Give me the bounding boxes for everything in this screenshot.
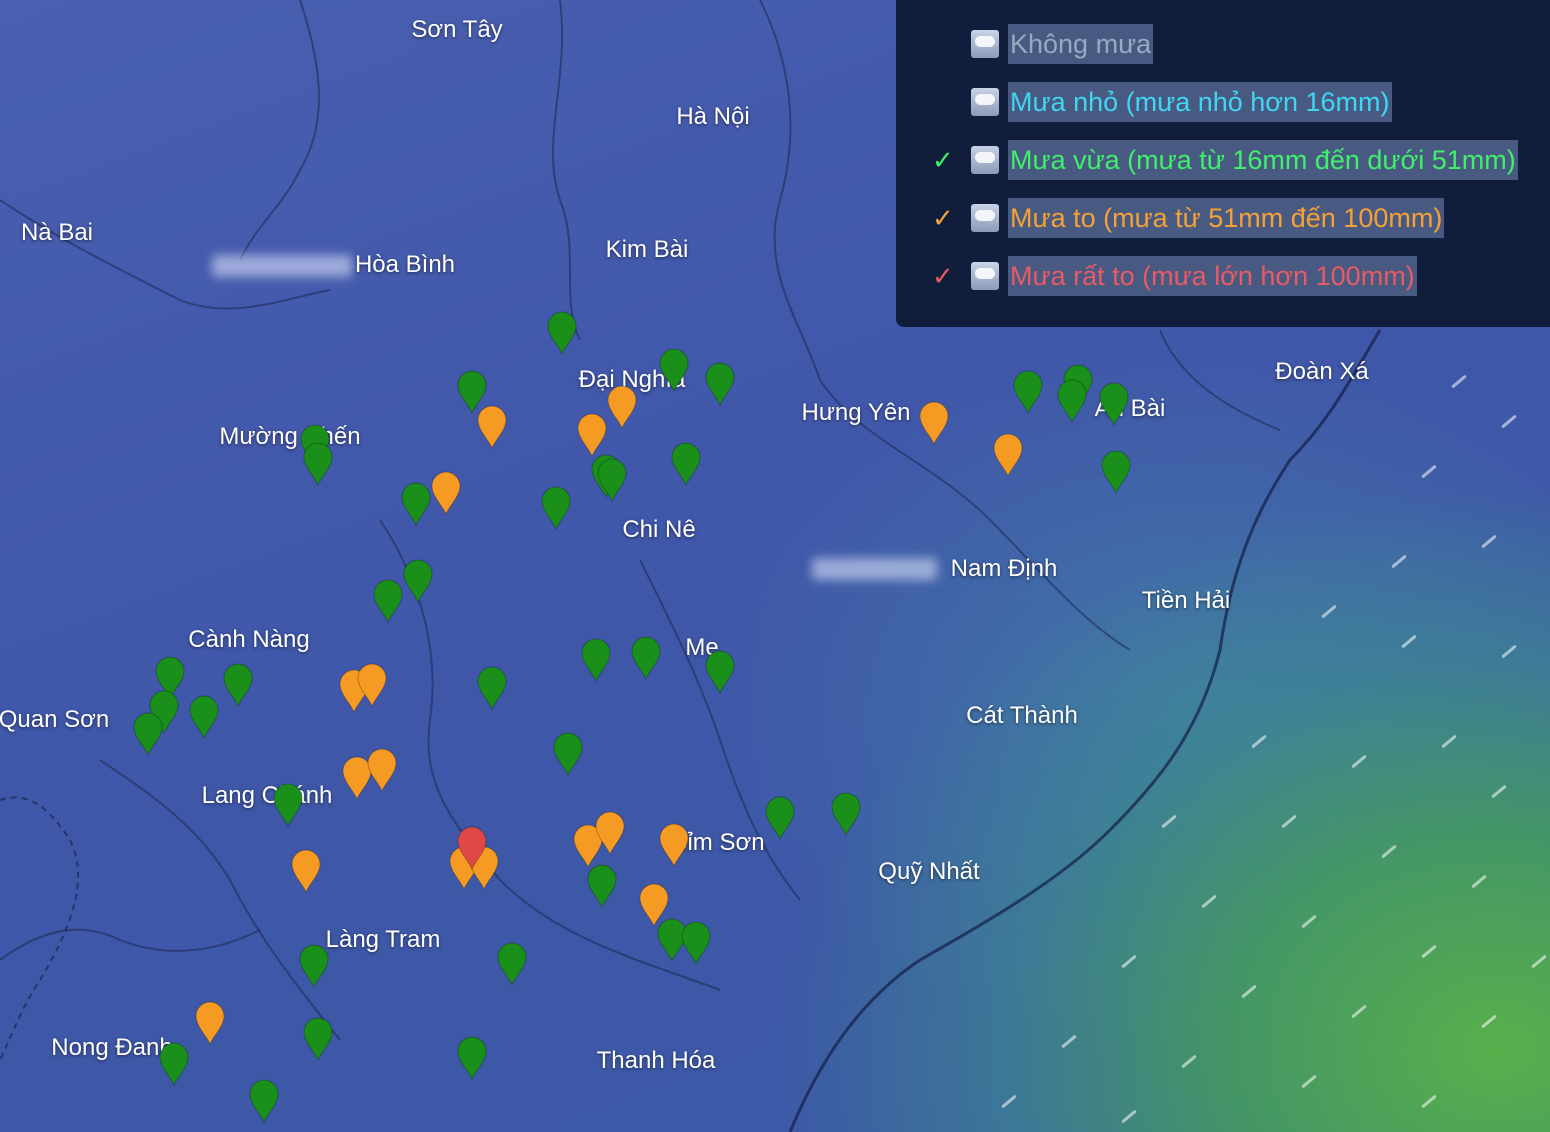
legend-item[interactable]: ✓ Mưa rất to (mưa lớn hơn 100mm) — [896, 256, 1550, 296]
marker-orange[interactable] — [357, 663, 387, 707]
marker-green[interactable] — [1101, 450, 1131, 494]
marker-green[interactable] — [705, 650, 735, 694]
marker-green[interactable] — [223, 663, 253, 707]
marker-green[interactable] — [671, 442, 701, 486]
place-label: Lang Chánh — [201, 782, 333, 809]
marker-green[interactable] — [1057, 379, 1087, 423]
marker-green[interactable] — [705, 362, 735, 406]
check-icon: ✓ — [932, 145, 954, 175]
marker-red[interactable] — [457, 826, 487, 870]
marker-green[interactable] — [303, 1017, 333, 1061]
legend-label: Mưa rất to (mưa lớn hơn 100mm) — [1008, 256, 1417, 296]
marker-green[interactable] — [249, 1079, 279, 1123]
place-label: Cát Thành — [966, 702, 1078, 729]
marker-green[interactable] — [401, 482, 431, 526]
legend-label: Không mưa — [1008, 24, 1154, 64]
marker-orange[interactable] — [993, 433, 1023, 477]
place-label: Nam Định — [950, 555, 1058, 582]
marker-green[interactable] — [273, 783, 303, 827]
legend-label: Mưa to (mưa từ 51mm đến 100mm) — [1008, 198, 1445, 238]
marker-green[interactable] — [159, 1042, 189, 1086]
check-icon: ✓ — [932, 261, 954, 291]
marker-orange[interactable] — [607, 385, 637, 429]
legend-label: Mưa vừa (mưa từ 16mm đến dưới 51mm) — [1008, 140, 1518, 180]
marker-green[interactable] — [477, 666, 507, 710]
marker-orange[interactable] — [477, 405, 507, 449]
place-label: Quỹ Nhất — [878, 858, 980, 885]
legend-item[interactable]: ✓ Mưa vừa (mưa từ 16mm đến dưới 51mm) — [896, 140, 1550, 180]
place-label: Hưng Yên — [801, 399, 911, 426]
place-label: Quan Sơn — [0, 706, 110, 733]
marker-green[interactable] — [631, 636, 661, 680]
place-label: Đoàn Xá — [1275, 358, 1369, 385]
marker-green[interactable] — [457, 1036, 487, 1080]
place-label: Mường Khến — [219, 423, 361, 450]
rain-cloud-icon — [971, 88, 999, 116]
legend-item[interactable]: Mưa nhỏ (mưa nhỏ hơn 16mm) — [896, 82, 1550, 122]
marker-green[interactable] — [189, 695, 219, 739]
place-label: Nong Đanh — [51, 1034, 173, 1061]
marker-green[interactable] — [553, 732, 583, 776]
marker-orange[interactable] — [659, 823, 689, 867]
marker-green[interactable] — [541, 486, 571, 530]
place-label: Kim Bài — [605, 236, 689, 263]
legend-item[interactable]: ✓ Mưa to (mưa từ 51mm đến 100mm) — [896, 198, 1550, 238]
rain-cloud-icon — [971, 204, 999, 232]
marker-orange[interactable] — [639, 883, 669, 927]
place-label: Làng Tram — [325, 926, 441, 953]
marker-green[interactable] — [587, 864, 617, 908]
rain-cloud-icon — [971, 146, 999, 174]
marker-green[interactable] — [581, 638, 611, 682]
marker-green[interactable] — [299, 944, 329, 988]
marker-green[interactable] — [1099, 382, 1129, 426]
place-label: Sơn Tây — [411, 16, 503, 43]
rain-legend: Không mưa Mưa nhỏ (mưa nhỏ hơn 16mm) ✓ Mưa … — [896, 0, 1550, 327]
place-label: Hà Nội — [676, 103, 750, 130]
marker-orange[interactable] — [595, 811, 625, 855]
marker-green[interactable] — [373, 579, 403, 623]
place-label: Tiền Hải — [1141, 587, 1231, 614]
redacted-label — [812, 558, 937, 580]
marker-orange[interactable] — [919, 401, 949, 445]
marker-green[interactable] — [547, 311, 577, 355]
marker-green[interactable] — [1013, 370, 1043, 414]
rain-cloud-icon — [971, 262, 999, 290]
marker-green[interactable] — [597, 458, 627, 502]
legend-label: Mưa nhỏ (mưa nhỏ hơn 16mm) — [1008, 82, 1392, 122]
marker-green[interactable] — [303, 442, 333, 486]
marker-green[interactable] — [681, 921, 711, 965]
check-icon: ✓ — [932, 203, 954, 233]
marker-orange[interactable] — [577, 413, 607, 457]
marker-orange[interactable] — [291, 849, 321, 893]
marker-green[interactable] — [497, 942, 527, 986]
rain-cloud-icon — [971, 30, 999, 58]
marker-green[interactable] — [659, 348, 689, 392]
marker-orange[interactable] — [367, 748, 397, 792]
place-label: Cành Nàng — [188, 626, 310, 653]
place-label: Thanh Hóa — [596, 1047, 716, 1074]
marker-orange[interactable] — [431, 471, 461, 515]
marker-green[interactable] — [765, 796, 795, 840]
marker-green[interactable] — [403, 559, 433, 603]
place-label: Chi Nê — [622, 516, 696, 543]
place-label: Nà Bai — [20, 219, 94, 246]
marker-green[interactable] — [831, 792, 861, 836]
place-label: Hòa Bình — [354, 251, 456, 278]
marker-orange[interactable] — [195, 1001, 225, 1045]
legend-item[interactable]: Không mưa — [896, 24, 1550, 64]
redacted-label — [212, 255, 352, 277]
marker-green[interactable] — [133, 712, 163, 756]
